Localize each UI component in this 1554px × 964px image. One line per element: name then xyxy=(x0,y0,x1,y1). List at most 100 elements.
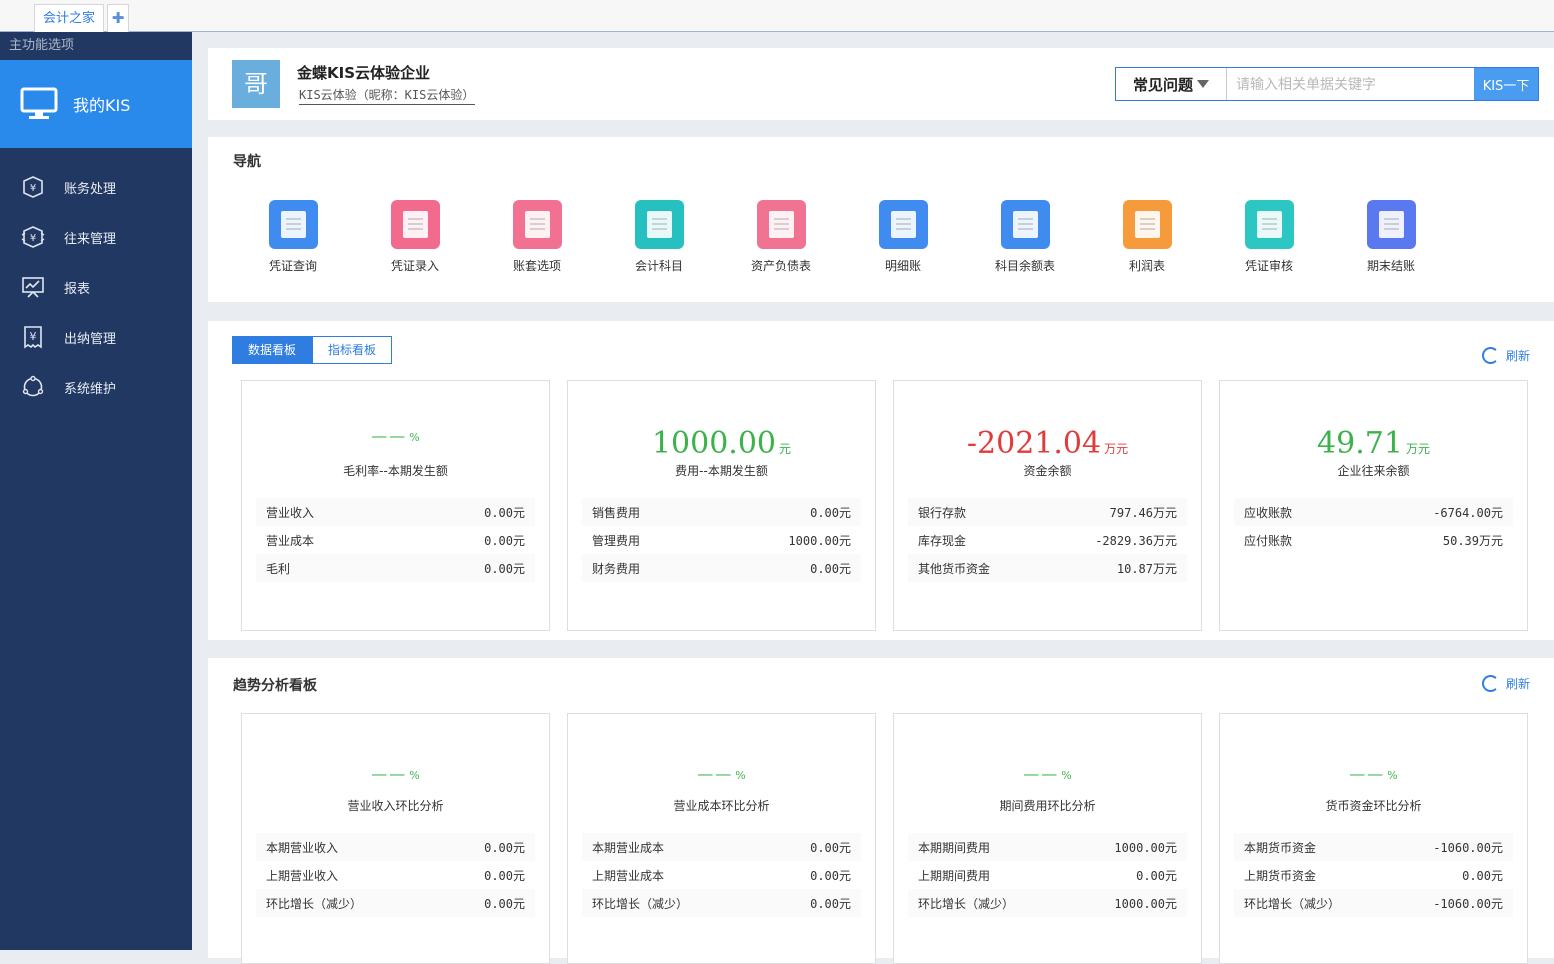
board-refresh-button[interactable]: 刷新 xyxy=(1481,347,1530,364)
yen-exchange-icon: ¥ xyxy=(21,226,45,248)
nav-item[interactable]: 科目余额表 xyxy=(980,200,1070,274)
row-label: 库存现金 xyxy=(918,533,967,548)
metric-rows: 应收账款 -6764.00元 应付账款 50.39万元 xyxy=(1234,498,1513,554)
row-value: -6764.00元 xyxy=(1433,505,1503,520)
sidebar-item-cashier[interactable]: ¥ 出纳管理 xyxy=(0,312,192,362)
nav-item-icon xyxy=(1244,200,1294,249)
nav-item-label: 账套选项 xyxy=(512,259,561,273)
trend-refresh-button[interactable]: 刷新 xyxy=(1481,675,1530,692)
metric-row: 库存现金 -2829.36万元 xyxy=(908,526,1187,554)
user-nickname-link[interactable]: KIS云体验（昵称：KIS云体验） xyxy=(299,86,476,105)
row-label: 环比增长（减少） xyxy=(592,896,689,911)
nav-item[interactable]: 期末结账 xyxy=(1346,200,1436,274)
refresh-icon xyxy=(1481,347,1499,364)
sidebar-item-my-kis[interactable]: 我的KIS xyxy=(0,60,192,148)
search-input[interactable] xyxy=(1227,68,1474,100)
metric-unit: % xyxy=(1061,769,1072,782)
metric-row: 上期营业成本 0.00元 xyxy=(582,861,861,889)
metric-value: 49.71 万元 xyxy=(1220,426,1527,461)
nav-item[interactable]: 凭证录入 xyxy=(370,200,460,274)
navigation-panel: 导航 凭证查询 凭证录入 账套选项 会计科目 资产负债表 明细账 科目余额表 利润表 凭证审核 期… xyxy=(208,137,1554,302)
metric-row: 营业收入 0.00元 xyxy=(256,498,535,526)
sidebar-item-maintenance[interactable]: 系统维护 xyxy=(0,362,192,412)
metric-caption: 毛利率--本期发生额 xyxy=(343,464,448,478)
nav-item[interactable]: 账套选项 xyxy=(492,200,582,274)
metric-unit: 万元 xyxy=(1405,442,1430,456)
metric-row: 营业成本 0.00元 xyxy=(256,526,535,554)
metric-unit: 万元 xyxy=(1104,442,1129,456)
sidebar-item-label: 报表 xyxy=(64,281,91,297)
nav-item[interactable]: 会计科目 xyxy=(614,200,704,274)
data-board-panel: 数据看板 指标看板 刷新 ——% 毛利率--本期发生额 营业收入 0.00元 营业成本 0… xyxy=(208,321,1554,640)
metric-card: ——% 毛利率--本期发生额 营业收入 0.00元 营业成本 0.00元 毛利 0.00元 xyxy=(241,380,550,631)
sidebar-item-reports[interactable]: 报表 xyxy=(0,262,192,312)
tab-bar: 会计之家 ✚ xyxy=(0,0,1554,32)
metric-value: ——% xyxy=(242,426,549,445)
row-label: 应付账款 xyxy=(1244,533,1293,548)
tab-data-board[interactable]: 数据看板 xyxy=(232,336,312,364)
tab-indicator-board[interactable]: 指标看板 xyxy=(312,336,392,364)
nav-item[interactable]: 凭证查询 xyxy=(248,200,338,274)
row-label: 环比增长（减少） xyxy=(266,896,363,911)
nav-item-icon xyxy=(268,200,318,249)
tab-accounting-home[interactable]: 会计之家 xyxy=(34,4,105,32)
main-content: 哥 金蝶KIS云体验企业 KIS云体验（昵称：KIS云体验） 常见问题 KIS一… xyxy=(192,32,1554,964)
metric-unit: % xyxy=(735,769,746,782)
trend-board-panel: 趋势分析看板 刷新 ——% 营业收入环比分析 本期营业收入 0.00元 上期营业收入 0.… xyxy=(208,658,1554,964)
sidebar-item-label: 出纳管理 xyxy=(64,331,117,347)
row-value: -2829.36万元 xyxy=(1095,533,1177,548)
nav-item[interactable]: 明细账 xyxy=(858,200,948,274)
sidebar-item-accounting[interactable]: ¥ 账务处理 xyxy=(0,162,192,212)
metric-rows: 本期营业收入 0.00元 上期营业收入 0.00元 环比增长（减少） 0.00元 xyxy=(256,833,535,917)
metric-card: -2021.04 万元 资金余额 银行存款 797.46万元 库存现金 -2829.36万元… xyxy=(893,380,1202,631)
metric-caption: 期间费用环比分析 xyxy=(999,799,1096,813)
row-label: 上期期间费用 xyxy=(918,868,991,883)
metric-value: ——% xyxy=(568,764,875,783)
nav-item-label: 凭证查询 xyxy=(268,259,317,273)
nav-item[interactable]: 凭证审核 xyxy=(1224,200,1314,274)
row-label: 环比增长（减少） xyxy=(918,896,1015,911)
search-button[interactable]: KIS一下 xyxy=(1474,68,1538,100)
metric-unit: % xyxy=(409,431,420,444)
cycle-icon xyxy=(22,375,44,397)
board-toggle: 数据看板 指标看板 xyxy=(232,336,392,364)
nav-title: 导航 xyxy=(233,154,261,170)
nav-item-icon xyxy=(1000,200,1050,249)
row-value: -1060.00元 xyxy=(1433,896,1503,911)
row-value: 0.00元 xyxy=(810,868,851,883)
nav-item[interactable]: 利润表 xyxy=(1102,200,1192,274)
metric-row: 应收账款 -6764.00元 xyxy=(1234,498,1513,526)
metric-card: ——% 货币资金环比分析 本期货币资金 -1060.00元 上期货币资金 0.00元 环比增… xyxy=(1219,713,1528,964)
metric-value: ——% xyxy=(242,764,549,783)
metric-value: ——% xyxy=(1220,764,1527,783)
row-label: 上期营业收入 xyxy=(266,868,339,883)
row-value: 0.00元 xyxy=(484,868,525,883)
sidebar-item-transactions[interactable]: ¥ 往来管理 xyxy=(0,212,192,262)
add-tab-icon[interactable]: ✚ xyxy=(107,4,129,32)
document-glyph xyxy=(1134,211,1160,238)
row-label: 营业成本 xyxy=(266,533,315,548)
nav-item-icon xyxy=(390,200,440,249)
row-label: 上期营业成本 xyxy=(592,868,665,883)
row-value: 0.00元 xyxy=(810,840,851,855)
avatar[interactable]: 哥 xyxy=(232,60,280,108)
row-value: 0.00元 xyxy=(484,561,525,576)
row-label: 销售费用 xyxy=(592,505,641,520)
company-name: 金蝶KIS云体验企业 xyxy=(297,64,431,82)
metric-card: 1000.00 元费用--本期发生额 销售费用 0.00元 管理费用 1000.00元 财务… xyxy=(567,380,876,631)
metric-row: 环比增长（减少） -1060.00元 xyxy=(1234,889,1513,917)
sidebar-item-label: 系统维护 xyxy=(64,381,117,397)
metric-card: ——% 营业收入环比分析 本期营业收入 0.00元 上期营业收入 0.00元 环比增长（减少… xyxy=(241,713,550,964)
row-label: 营业收入 xyxy=(266,505,315,520)
sidebar-title: 主功能选项 xyxy=(9,38,75,53)
nav-item[interactable]: 资产负债表 xyxy=(736,200,826,274)
metric-caption: 费用--本期发生额 xyxy=(675,464,768,478)
metric-value: ——% xyxy=(894,764,1201,783)
metric-row: 财务费用 0.00元 xyxy=(582,554,861,582)
metric-row: 环比增长（减少） 1000.00元 xyxy=(908,889,1187,917)
refresh-label: 刷新 xyxy=(1505,677,1530,691)
monitor-icon xyxy=(20,87,58,119)
nav-item-label: 期末结账 xyxy=(1366,259,1415,273)
search-category-select[interactable]: 常见问题 xyxy=(1116,68,1227,100)
document-glyph xyxy=(1256,211,1282,238)
